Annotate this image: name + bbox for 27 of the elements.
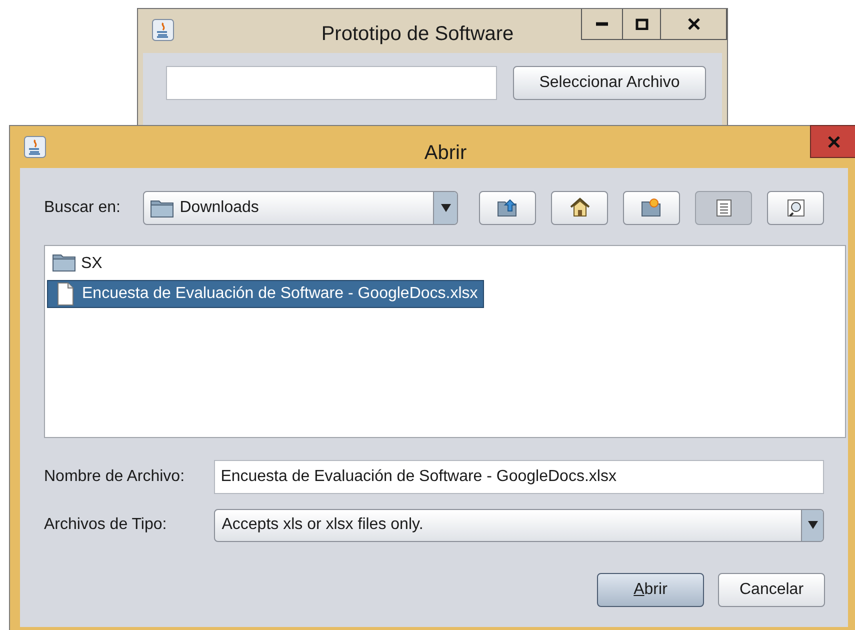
maximize-icon (634, 18, 648, 30)
select-file-button[interactable]: Seleccionar Archivo (513, 66, 706, 100)
file-type-value: Accepts xls or xlsx files only. (222, 515, 424, 535)
dialog-title: Abrir (424, 141, 467, 166)
window-title: Prototipo de Software (321, 22, 514, 47)
details-view-button[interactable] (767, 191, 824, 225)
close-icon (686, 18, 700, 30)
list-view-button[interactable] (695, 191, 752, 225)
java-icon (152, 19, 174, 41)
file-list-item[interactable]: SX (47, 250, 108, 278)
cancel-button[interactable]: Cancelar (718, 573, 825, 607)
look-in-label: Buscar en: (44, 198, 122, 218)
file-type-dropdown[interactable]: Accepts xls or xlsx files only. (214, 508, 824, 542)
file-name-field[interactable]: Encuesta de Evaluación de Software - GoogleDocs.xlsx (214, 460, 824, 494)
file-name-label: Nombre de Archivo: (44, 467, 186, 487)
look-in-dropdown[interactable]: Downloads (142, 191, 458, 225)
close-icon (828, 136, 840, 148)
open-button[interactable]: Abrir (597, 573, 704, 607)
house-button[interactable] (551, 191, 608, 225)
folder-icon (150, 198, 174, 218)
java-icon (24, 136, 46, 158)
look-in-value: Downloads (180, 198, 260, 218)
new-folder-button[interactable] (623, 191, 680, 225)
path-field[interactable] (166, 66, 497, 100)
file-type-label: Archivos de Tipo: (44, 515, 168, 535)
file-list-item[interactable]: Encuesta de Evaluación de Software - GoogleDocs.xlsx (47, 280, 484, 308)
folder-up-button[interactable] (479, 191, 536, 225)
